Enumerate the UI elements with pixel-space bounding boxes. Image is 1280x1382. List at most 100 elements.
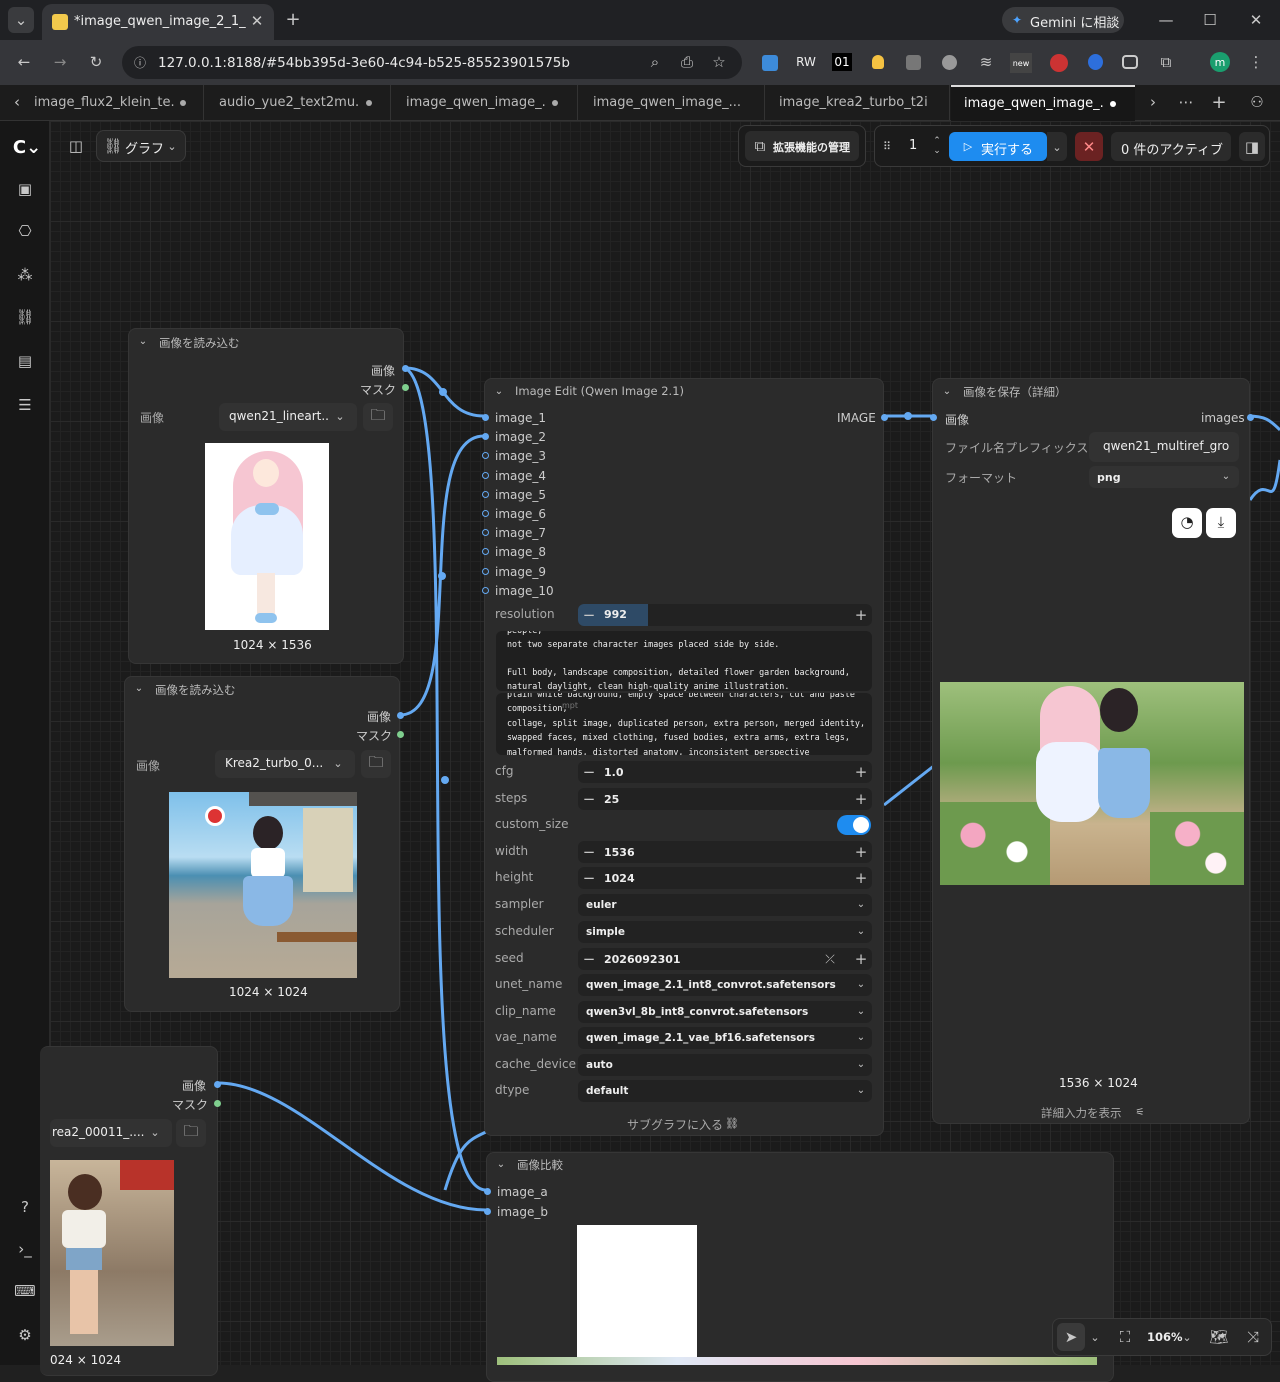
mask-editor-button[interactable]: ◔ bbox=[1172, 508, 1202, 538]
input-image-b-slot[interactable] bbox=[484, 1208, 491, 1215]
minus-icon[interactable]: − bbox=[582, 606, 596, 624]
input-slot[interactable] bbox=[482, 529, 489, 537]
enter-subgraph-button[interactable]: サブグラフに入る ⛓ bbox=[625, 1115, 751, 1133]
image-edit-node[interactable]: ⌄ Image Edit (Qwen Image 2.1) IMAGE reso… bbox=[482, 378, 888, 1136]
seed-input[interactable]: −2026092301 + ⤫ bbox=[578, 948, 872, 970]
input-slot[interactable] bbox=[482, 567, 489, 575]
input-image-a-slot[interactable] bbox=[484, 1188, 491, 1195]
clip-select[interactable]: qwen3vl_8b_int8_convrot.safetensors ⌄ bbox=[578, 1001, 872, 1023]
minimap-icon[interactable]: 🗺 bbox=[1209, 1328, 1228, 1346]
plus-icon[interactable]: + bbox=[854, 606, 868, 624]
sliders-icon: ⚟ bbox=[1135, 1106, 1145, 1118]
chevron-down-icon: ⌄ bbox=[333, 756, 343, 770]
upload-button[interactable]: 🗀 bbox=[363, 403, 393, 431]
sampler-select[interactable]: euler ⌄ bbox=[578, 894, 872, 916]
bus-stop-sign bbox=[205, 806, 225, 826]
load-image-node[interactable]: ⌄ 画像を読み込む 画像 マスク 画像 qwen21_lineart... ⌄ … bbox=[128, 328, 409, 664]
steps-input[interactable]: −25 + bbox=[578, 788, 872, 810]
load-image-node[interactable]: ⌄ 画像を読み込む 画像 マスク 画像 Krea2_turbo_0... ⌄ 🗀… bbox=[124, 676, 404, 1012]
collapse-icon[interactable]: ⌄ bbox=[941, 385, 953, 397]
fit-view-icon[interactable]: ⛶ bbox=[1117, 1328, 1133, 1346]
output-image-label: 画像 bbox=[371, 364, 396, 378]
input-slot[interactable] bbox=[482, 471, 489, 479]
show-advanced-inputs-button[interactable]: 詳細入力を表示 ⚟ bbox=[1039, 1104, 1153, 1122]
link-visibility-icon[interactable]: ⤨ bbox=[1245, 1328, 1261, 1346]
vae-value: qwen_image_2.1_vae_bf16.safetensors bbox=[586, 1032, 815, 1044]
cache-select[interactable]: auto ⌄ bbox=[578, 1054, 872, 1076]
input-slot[interactable] bbox=[482, 490, 489, 498]
output-mask-slot[interactable] bbox=[397, 731, 404, 738]
output-image-slot[interactable] bbox=[881, 414, 888, 421]
image-dimensions: 1024 × 1536 bbox=[233, 638, 312, 652]
dtype-select[interactable]: default ⌄ bbox=[578, 1080, 872, 1102]
upload-button[interactable]: 🗀 bbox=[361, 750, 391, 778]
cache-label: cache_device bbox=[495, 1057, 576, 1071]
minus-icon[interactable]: − bbox=[582, 843, 596, 861]
output-mask-slot[interactable] bbox=[214, 1100, 221, 1107]
collapse-icon[interactable]: ⌄ bbox=[493, 385, 505, 397]
compare-preview-image[interactable] bbox=[577, 1225, 697, 1365]
save-image-node[interactable]: ⌄ 画像を保存（詳細） 画像 images ファイル名プレフィックス qwen2… bbox=[930, 378, 1254, 1124]
minus-icon[interactable]: − bbox=[582, 763, 596, 781]
output-image-slot[interactable] bbox=[397, 712, 404, 719]
input-slot[interactable] bbox=[482, 510, 489, 517]
collapse-icon[interactable]: ⌄ bbox=[495, 1158, 507, 1170]
plus-icon[interactable]: + bbox=[854, 790, 868, 808]
filename-prefix-input[interactable]: qwen21_multiref_gro... bbox=[1089, 432, 1239, 462]
link-edit-compare bbox=[443, 1128, 491, 1191]
negative-prompt-textarea[interactable]: mpt plain white background, empty space … bbox=[496, 693, 872, 755]
collapse-icon[interactable]: ⌄ bbox=[137, 335, 149, 347]
positive-prompt-textarea[interactable]: people, not two separate character image… bbox=[496, 631, 872, 691]
input-slot[interactable] bbox=[482, 433, 489, 441]
palette-icon: ◔ bbox=[1180, 513, 1194, 531]
width-input[interactable]: −1536 + bbox=[578, 841, 872, 863]
image-file-select[interactable]: qwen21_lineart... ⌄ bbox=[219, 403, 357, 431]
output-image-slot[interactable] bbox=[402, 365, 409, 372]
girl-shirt bbox=[251, 848, 285, 878]
input-image-slot[interactable] bbox=[930, 414, 937, 421]
vae-select[interactable]: qwen_image_2.1_vae_bf16.safetensors ⌄ bbox=[578, 1027, 872, 1049]
reroute-dot bbox=[439, 388, 447, 396]
minus-icon[interactable]: − bbox=[582, 790, 596, 808]
image-file-select[interactable]: Krea2_turbo_0... ⌄ bbox=[215, 750, 355, 778]
plus-icon[interactable]: + bbox=[854, 763, 868, 781]
input-slot[interactable] bbox=[482, 414, 489, 421]
upload-button[interactable]: 🗀 bbox=[176, 1119, 206, 1147]
custom-size-toggle[interactable] bbox=[837, 815, 871, 835]
output-images-slot[interactable] bbox=[1247, 414, 1254, 421]
minus-icon[interactable]: − bbox=[582, 869, 596, 887]
output-image-slot[interactable] bbox=[214, 1081, 221, 1088]
chevron-down-icon[interactable]: ⌄ bbox=[1089, 1330, 1101, 1344]
plus-icon[interactable]: + bbox=[854, 843, 868, 861]
chevron-down-icon[interactable]: ⌄ bbox=[1181, 1330, 1193, 1344]
input-slot[interactable] bbox=[482, 586, 489, 594]
plus-icon[interactable]: + bbox=[854, 869, 868, 887]
download-button[interactable]: ⤓ bbox=[1206, 508, 1236, 538]
show-advanced-label: 詳細入力を表示 bbox=[1041, 1106, 1122, 1120]
image-file-value: qwen21_lineart... bbox=[229, 409, 329, 423]
collapse-icon[interactable]: ⌄ bbox=[133, 682, 145, 694]
scheduler-select[interactable]: simple ⌄ bbox=[578, 921, 872, 943]
unet-select[interactable]: qwen_image_2.1_int8_convrot.safetensors ⌄ bbox=[578, 974, 872, 996]
cfg-input[interactable]: −1.0 + bbox=[578, 761, 872, 783]
randomize-seed-icon[interactable]: ⤫ bbox=[822, 951, 838, 967]
image-widget-label: 画像 bbox=[136, 759, 161, 773]
minus-icon[interactable]: − bbox=[582, 950, 596, 968]
load-image-node[interactable]: 画像 マスク rea2_00011_.... ⌄ 🗀 024 × 1024 bbox=[40, 1046, 221, 1376]
shelter-board bbox=[303, 808, 353, 892]
select-mode-button[interactable]: ➤ bbox=[1057, 1323, 1085, 1351]
zoom-level[interactable]: 106% bbox=[1147, 1330, 1183, 1344]
plus-icon[interactable]: + bbox=[854, 950, 868, 968]
format-select[interactable]: png ⌄ bbox=[1089, 466, 1239, 488]
input-slot[interactable] bbox=[482, 452, 489, 460]
output-mask-slot[interactable] bbox=[402, 384, 409, 391]
preview-image-busstop bbox=[169, 792, 357, 978]
height-input[interactable]: −1024 + bbox=[578, 867, 872, 889]
input-slot[interactable] bbox=[482, 548, 489, 556]
unet-label: unet_name bbox=[495, 977, 563, 991]
image-compare-node[interactable]: ⌄ 画像比較 image_a image_b bbox=[484, 1152, 1114, 1382]
output-preview-image[interactable] bbox=[940, 682, 1244, 885]
image-file-select[interactable]: rea2_00011_.... ⌄ bbox=[50, 1119, 172, 1147]
character-pink-dress bbox=[1036, 742, 1102, 822]
resolution-slider[interactable]: − 992 + bbox=[578, 604, 872, 626]
